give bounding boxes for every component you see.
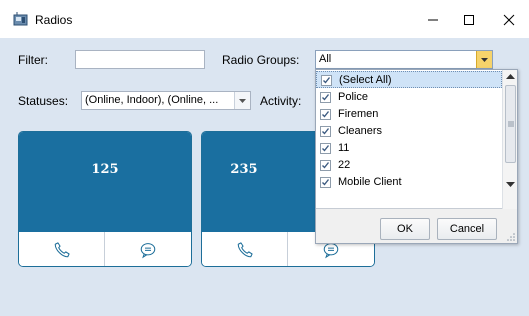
resize-grip-icon[interactable]	[507, 233, 515, 241]
checkbox[interactable]	[320, 160, 331, 171]
statuses-dropdown-button[interactable]	[234, 92, 250, 109]
checkbox[interactable]	[320, 143, 331, 154]
vertical-scrollbar[interactable]	[502, 70, 517, 209]
list-item[interactable]: Cleaners	[316, 123, 502, 140]
call-button[interactable]	[19, 232, 105, 266]
checkbox[interactable]	[320, 126, 331, 137]
filter-label: Filter:	[18, 53, 48, 67]
scrollbar-thumb[interactable]	[505, 85, 516, 163]
window-title: Radios	[35, 13, 73, 27]
minimize-icon	[428, 19, 438, 21]
list-item-label: Cleaners	[338, 125, 383, 137]
chevron-down-icon	[481, 57, 488, 62]
radio-groups-combo[interactable]: All	[315, 50, 493, 69]
radios-app-icon	[13, 12, 28, 26]
grip-icon	[508, 121, 514, 127]
radio-number: 235	[230, 162, 258, 177]
phone-icon	[237, 241, 253, 257]
list-item[interactable]: 11	[316, 140, 502, 157]
statuses-value: (Online, Indoor), (Online, ...	[85, 94, 219, 106]
chevron-down-icon	[239, 98, 246, 103]
checkmark-icon	[322, 162, 330, 169]
minimize-button[interactable]	[419, 8, 447, 32]
checkbox[interactable]	[320, 92, 331, 103]
statuses-combo[interactable]: (Online, Indoor), (Online, ...	[81, 91, 251, 110]
title-bar: Radios	[0, 0, 529, 38]
message-button[interactable]	[105, 232, 191, 266]
list-item-label: (Select All)	[339, 74, 392, 86]
ok-button[interactable]: OK	[380, 218, 430, 240]
close-button[interactable]	[495, 8, 523, 32]
checkmark-icon	[323, 77, 331, 84]
scroll-up-icon[interactable]	[506, 74, 515, 79]
list-item-label: Firemen	[338, 108, 379, 120]
checkmark-icon	[322, 111, 330, 118]
list-item[interactable]: Firemen	[316, 106, 502, 123]
activity-label: Activity:	[260, 94, 302, 108]
checkbox[interactable]	[321, 75, 332, 86]
list-item-label: 11	[338, 142, 350, 154]
list-item[interactable]: (Select All)	[316, 71, 502, 88]
filter-input[interactable]	[75, 50, 205, 69]
list-item[interactable]: 22	[316, 157, 502, 174]
radio-groups-checklist: (Select All) Police Firemen Cleaners 11 …	[316, 70, 502, 209]
checkmark-icon	[322, 145, 330, 152]
call-button[interactable]	[202, 232, 288, 266]
chat-icon	[140, 242, 156, 258]
checkmark-icon	[322, 179, 330, 186]
checkbox[interactable]	[320, 177, 331, 188]
cancel-button[interactable]: Cancel	[437, 218, 497, 240]
checkmark-icon	[322, 94, 330, 101]
radio-groups-value: All	[319, 53, 332, 65]
radio-tile-header	[19, 132, 191, 232]
list-item-label: Mobile Client	[338, 176, 402, 188]
radio-groups-label: Radio Groups:	[222, 53, 300, 67]
list-item-label: 22	[338, 159, 351, 171]
list-item[interactable]: Police	[316, 89, 502, 106]
radio-groups-dropdown-popup: (Select All) Police Firemen Cleaners 11 …	[315, 69, 518, 244]
list-item[interactable]: Mobile Client	[316, 174, 502, 191]
maximize-button[interactable]	[455, 8, 483, 32]
checkmark-icon	[322, 128, 330, 135]
radio-number: 125	[91, 162, 119, 177]
checkbox[interactable]	[320, 109, 331, 120]
list-item-label: Police	[338, 91, 368, 103]
statuses-label: Statuses:	[18, 94, 69, 108]
radio-groups-dropdown-button[interactable]	[476, 51, 492, 68]
maximize-icon	[464, 15, 474, 25]
phone-icon	[54, 241, 70, 257]
radio-tile[interactable]: 125	[18, 131, 192, 267]
scroll-down-icon[interactable]	[506, 182, 515, 187]
close-icon	[503, 14, 515, 26]
